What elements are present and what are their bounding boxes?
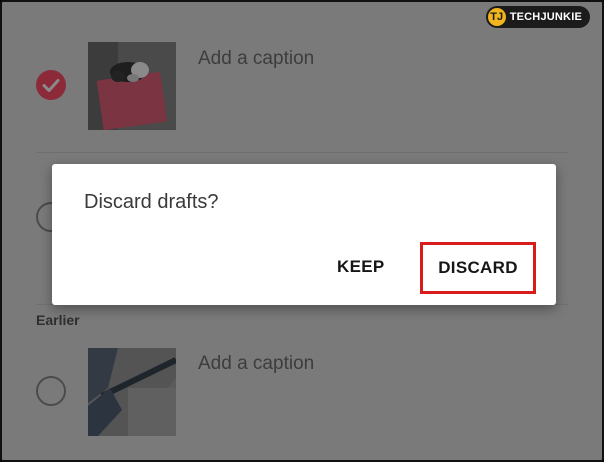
screenshot-frame: Add a caption Earlier Add a caption TJ T… (0, 0, 604, 462)
keep-button[interactable]: KEEP (337, 257, 385, 277)
draft-thumbnail[interactable] (88, 348, 176, 436)
techjunkie-logo: TJ TECHJUNKIE (485, 6, 590, 28)
logo-mark-icon: TJ (487, 8, 506, 26)
discard-button[interactable]: DISCARD (420, 242, 536, 294)
discard-drafts-dialog: Discard drafts? KEEP DISCARD (52, 164, 556, 305)
discard-button-label: DISCARD (438, 258, 518, 277)
logo-brand-text: TECHJUNKIE (509, 11, 582, 23)
checkmark-icon (42, 79, 60, 92)
draft-checkbox-selected[interactable] (36, 70, 66, 100)
draft-checkbox-empty[interactable] (36, 376, 66, 406)
draft-caption-field[interactable]: Add a caption (198, 48, 314, 70)
draft-thumbnail[interactable] (88, 42, 176, 130)
row-divider (36, 152, 568, 153)
dialog-title: Discard drafts? (84, 191, 219, 213)
section-label-earlier: Earlier (36, 312, 80, 328)
draft-caption-field[interactable]: Add a caption (198, 353, 314, 375)
